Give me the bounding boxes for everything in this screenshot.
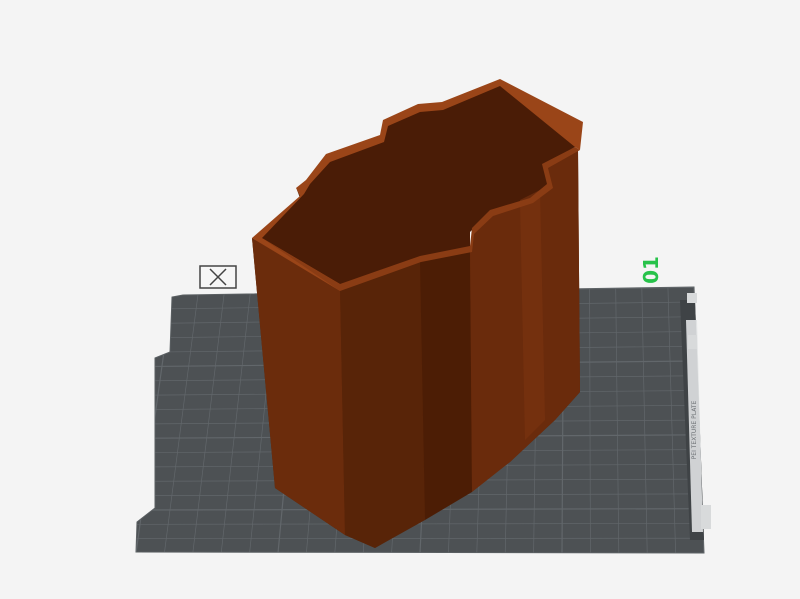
delete-plate-button[interactable] [199,265,237,289]
bed-corner-icon [687,293,697,303]
bed-label: PEI TEXTURE PLATE [691,400,698,459]
close-x-icon [199,265,237,289]
model-shade-band [420,250,472,520]
plate-number: 01 [639,256,663,284]
bed-logo-icon [701,505,711,529]
bed-qr-icon [688,335,697,349]
3d-viewport[interactable]: 01 PEI TEXTURE PLATE [0,0,800,599]
model-shade-band [340,262,425,548]
